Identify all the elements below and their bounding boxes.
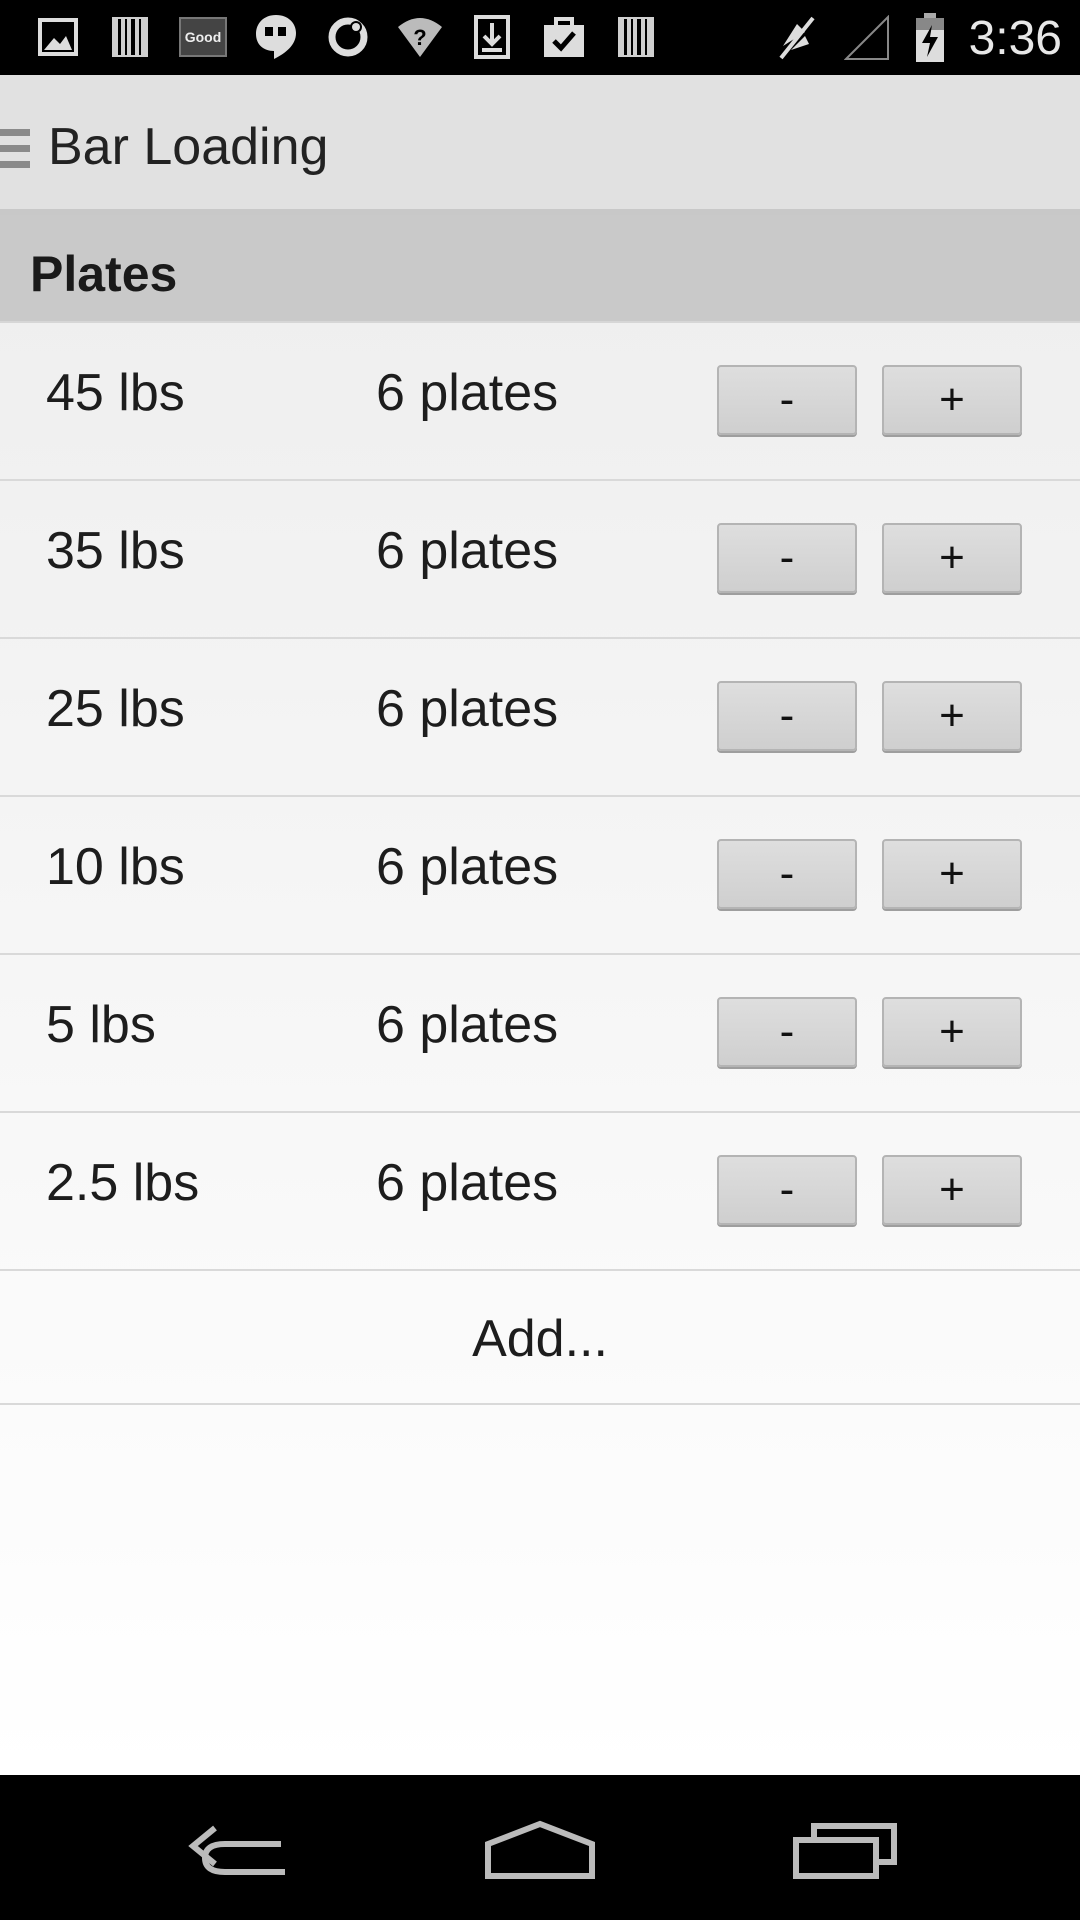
plate-count: 6 plates <box>376 838 559 896</box>
download-icon <box>468 13 516 61</box>
notification-icons: Good ? <box>34 12 660 62</box>
no-signal-icon <box>843 14 891 62</box>
plate-count: 6 plates <box>376 364 559 422</box>
add-plate-button[interactable]: Add... <box>0 1309 1080 1369</box>
drawer-menu-icon[interactable] <box>0 129 30 171</box>
increment-button[interactable]: + <box>882 839 1022 909</box>
section-title: Plates <box>30 246 178 302</box>
navigation-bar <box>0 1775 1080 1920</box>
plate-weight: 2.5 lbs <box>46 1154 200 1212</box>
plate-row: 25 lbs 6 plates - + <box>0 639 1080 797</box>
plate-count: 6 plates <box>376 680 559 738</box>
decrement-button[interactable]: - <box>717 365 857 435</box>
home-icon[interactable] <box>470 1805 610 1895</box>
back-icon[interactable] <box>170 1805 310 1895</box>
good-icon: Good <box>178 13 228 61</box>
plate-count: 6 plates <box>376 1154 559 1212</box>
plate-count: 6 plates <box>376 996 559 1054</box>
hangouts-icon <box>252 13 300 61</box>
main-content: Plates 45 lbs 6 plates - + 35 lbs 6 plat… <box>0 215 1080 1775</box>
image-icon <box>34 13 82 61</box>
system-icons: 3:36 <box>773 8 1062 68</box>
mute-icon <box>773 14 821 62</box>
shopping-bag-icon <box>540 13 588 61</box>
plate-row: 5 lbs 6 plates - + <box>0 955 1080 1113</box>
decrement-button[interactable]: - <box>717 997 857 1067</box>
plate-weight: 25 lbs <box>46 680 185 738</box>
plate-weight: 35 lbs <box>46 522 185 580</box>
recents-icon[interactable] <box>775 1805 915 1895</box>
battery-charging-icon <box>913 13 947 62</box>
plate-row: 35 lbs 6 plates - + <box>0 481 1080 639</box>
wifi-question-icon: ? <box>396 13 444 61</box>
good-icon-label: Good <box>179 17 227 57</box>
plate-row: 10 lbs 6 plates - + <box>0 797 1080 955</box>
increment-button[interactable]: + <box>882 1155 1022 1225</box>
plate-weight: 10 lbs <box>46 838 185 896</box>
plate-weight: 5 lbs <box>46 996 156 1054</box>
decrement-button[interactable]: - <box>717 523 857 593</box>
plate-row: 2.5 lbs 6 plates - + <box>0 1113 1080 1271</box>
section-header: Plates <box>0 215 1080 323</box>
barcode-icon <box>612 13 660 61</box>
sync-icon <box>324 13 372 61</box>
increment-button[interactable]: + <box>882 523 1022 593</box>
decrement-button[interactable]: - <box>717 839 857 909</box>
plate-weight: 45 lbs <box>46 364 185 422</box>
svg-text:?: ? <box>413 25 426 50</box>
increment-button[interactable]: + <box>882 997 1022 1067</box>
status-bar: Good ? 3:36 <box>0 0 1080 75</box>
page-title[interactable]: Bar Loading <box>48 117 328 177</box>
barcode-icon <box>106 13 154 61</box>
action-bar: Bar Loading <box>0 75 1080 215</box>
decrement-button[interactable]: - <box>717 681 857 751</box>
plate-count: 6 plates <box>376 522 559 580</box>
increment-button[interactable]: + <box>882 365 1022 435</box>
add-plate-row[interactable]: Add... <box>0 1271 1080 1405</box>
plate-row: 45 lbs 6 plates - + <box>0 323 1080 481</box>
increment-button[interactable]: + <box>882 681 1022 751</box>
decrement-button[interactable]: - <box>717 1155 857 1225</box>
status-time: 3:36 <box>968 11 1062 65</box>
